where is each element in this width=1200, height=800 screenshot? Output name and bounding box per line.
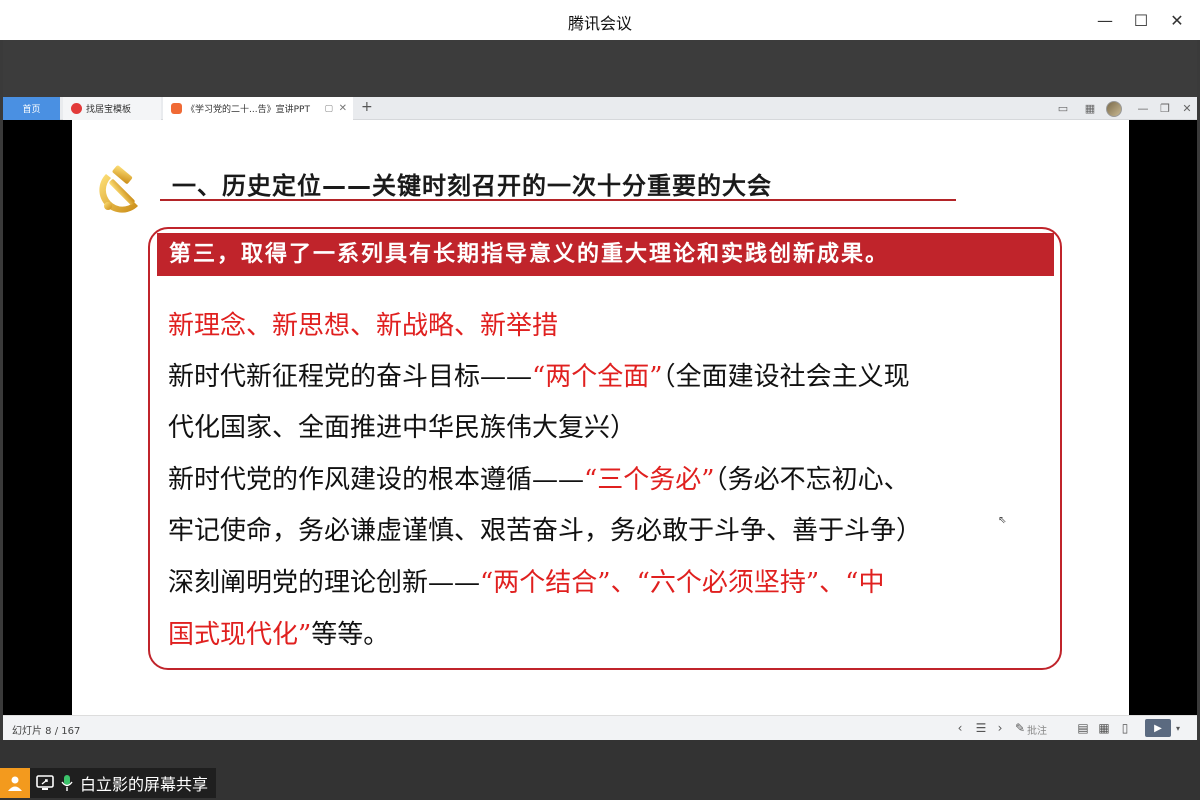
maximize-icon: ☐ bbox=[1133, 10, 1149, 30]
slide-heading: 一、历史定位——关键时刻召开的一次十分重要的大会 bbox=[172, 172, 772, 200]
line2-note: （全面建设社会主义现 bbox=[662, 362, 910, 392]
slide-counter: 幻灯片 8 / 167 bbox=[12, 726, 81, 737]
tab-label: 找居宝模板 bbox=[86, 105, 132, 115]
screen-share-icon bbox=[36, 775, 54, 790]
tab-label: 《学习党的二十...告》宣讲PPT bbox=[186, 105, 310, 115]
normal-view-icon[interactable]: ▤ bbox=[1075, 720, 1091, 736]
line7-highlight: 国式现代化” bbox=[168, 620, 312, 650]
mouse-cursor-icon: ⇖ bbox=[998, 515, 1007, 526]
share-label: 白立影的屏幕共享 bbox=[80, 775, 209, 794]
line4-text: 新时代党的作风建设的根本遵循—— bbox=[168, 465, 585, 495]
heading-underline bbox=[160, 199, 956, 201]
meeting-top-area bbox=[3, 40, 1197, 97]
close-doc-icon[interactable]: ✕ bbox=[1179, 100, 1195, 117]
slide-list-icon[interactable]: ☰ bbox=[973, 720, 989, 736]
line2-text: 新时代新征程党的奋斗目标—— bbox=[168, 362, 533, 392]
play-options-chevron-icon[interactable]: ▾ bbox=[1173, 720, 1183, 736]
content-line-7: 国式现代化”等等。 bbox=[168, 614, 389, 651]
avatar-icon bbox=[1106, 100, 1122, 117]
content-line-3: 代化国家、全面推进中华民族伟大复兴） bbox=[168, 413, 637, 443]
tab-label: 首页 bbox=[22, 105, 41, 115]
line6-highlight: “两个结合”、“六个必须坚持”、“中 bbox=[480, 568, 885, 598]
maximize-button[interactable]: ☐ bbox=[1128, 8, 1154, 32]
tab-home[interactable]: 首页 bbox=[3, 97, 60, 120]
content-line-6: 深刻阐明党的理论创新——“两个结合”、“六个必须坚持”、“中 bbox=[168, 562, 884, 599]
sorter-view-icon[interactable]: ▦ bbox=[1096, 720, 1112, 736]
annotate-icon[interactable]: ✎ bbox=[1013, 720, 1027, 736]
close-button[interactable]: ✕ bbox=[1164, 8, 1190, 32]
party-emblem-icon bbox=[99, 165, 138, 213]
ppt-file-icon bbox=[171, 103, 182, 114]
line4-note: （务必不忘初心、 bbox=[714, 465, 910, 495]
wps-tab-bar: 首页 找居宝模板 《学习党的二十...告》宣讲PPT ▢ ✕ + ▭ ▦ — ❐… bbox=[3, 97, 1197, 120]
share-icons bbox=[30, 774, 80, 792]
minimize-button[interactable]: — bbox=[1092, 8, 1118, 32]
minimize-doc-icon[interactable]: — bbox=[1135, 100, 1151, 117]
status-bar: 幻灯片 8 / 167 ‹ ☰ › ✎ 批注 ▤ ▦ ▯ ▶ ▾ bbox=[3, 715, 1197, 740]
layout-icon[interactable]: ▭ bbox=[1053, 100, 1073, 117]
window-title: 腾讯会议 bbox=[567, 14, 632, 33]
minimize-icon: — bbox=[1097, 10, 1113, 30]
content-line-1: 新理念、新思想、新战略、新举措 bbox=[168, 311, 559, 341]
template-logo-icon bbox=[71, 103, 82, 114]
close-icon: ✕ bbox=[1170, 10, 1184, 30]
tab-close-icon[interactable]: ✕ bbox=[339, 103, 347, 114]
line6-text: 深刻阐明党的理论创新—— bbox=[168, 568, 481, 598]
line2-highlight: “两个全面” bbox=[532, 362, 663, 392]
title-bar: 腾讯会议 — ☐ ✕ bbox=[0, 0, 1200, 40]
tencent-meeting-window: 腾讯会议 — ☐ ✕ 首页 找居宝模板 《学习党的二十...告》宣讲PPT ▢ … bbox=[0, 0, 1200, 800]
content-line-4: 新时代党的作风建设的根本遵循——“三个务必”（务必不忘初心、 bbox=[168, 459, 910, 496]
line7-text: 等等。 bbox=[311, 620, 390, 650]
user-icon bbox=[0, 768, 30, 798]
play-icon: ▶ bbox=[1154, 722, 1162, 734]
tab-template[interactable]: 找居宝模板 bbox=[63, 97, 161, 120]
new-tab-button[interactable]: + bbox=[361, 99, 373, 115]
pin-icon[interactable]: ▢ bbox=[324, 104, 333, 114]
section-banner: 第三，取得了一系列具有长期指导意义的重大理论和实践创新成果。 bbox=[157, 233, 1054, 276]
prev-slide-icon[interactable]: ‹ bbox=[953, 720, 967, 736]
grid-apps-icon[interactable]: ▦ bbox=[1081, 100, 1099, 117]
content-line-2: 新时代新征程党的奋斗目标——“两个全面”（全面建设社会主义现 bbox=[168, 356, 910, 393]
tab-presentation[interactable]: 《学习党的二十...告》宣讲PPT ▢ ✕ bbox=[163, 97, 353, 120]
content-line-5: 牢记使命，务必谦虚谨慎、艰苦奋斗，务必敢于斗争、善于斗争） bbox=[168, 516, 923, 546]
user-avatar[interactable] bbox=[1104, 100, 1124, 117]
microphone-icon bbox=[61, 775, 73, 791]
next-slide-icon[interactable]: › bbox=[993, 720, 1007, 736]
restore-doc-icon[interactable]: ❐ bbox=[1157, 100, 1173, 117]
reading-view-icon[interactable]: ▯ bbox=[1117, 720, 1133, 736]
screen-share-indicator[interactable]: 白立影的屏幕共享 bbox=[0, 768, 217, 798]
annotate-label[interactable]: 批注 bbox=[1027, 722, 1047, 737]
play-slideshow-button[interactable]: ▶ bbox=[1145, 719, 1171, 737]
line4-highlight: “三个务必” bbox=[584, 465, 715, 495]
content-frame bbox=[148, 227, 1062, 670]
